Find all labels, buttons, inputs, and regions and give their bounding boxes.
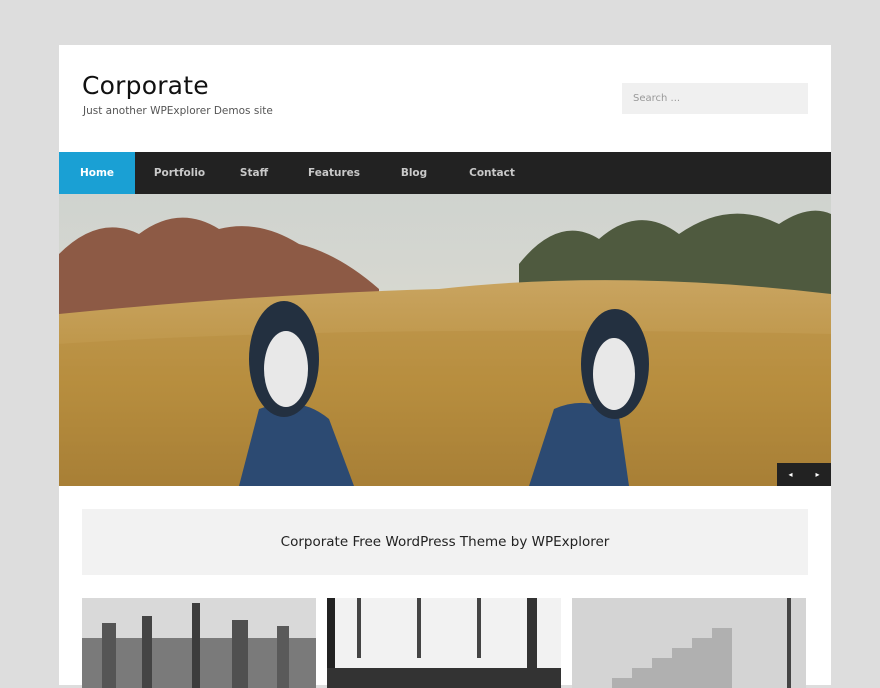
- hero-image: [59, 194, 831, 486]
- hero-slider[interactable]: ◂ ▸: [59, 194, 831, 486]
- slider-next-button[interactable]: ▸: [804, 463, 831, 486]
- search-input[interactable]: [622, 83, 808, 114]
- office-image: [327, 598, 561, 688]
- portfolio-thumb-city[interactable]: [82, 598, 316, 688]
- city-skyline-image: [82, 598, 316, 688]
- main-nav: Home Portfolio Staff Features Blog Conta…: [59, 152, 831, 194]
- nav-item-staff[interactable]: Staff: [224, 152, 284, 194]
- nav-item-contact[interactable]: Contact: [444, 152, 540, 194]
- slider-controls: ◂ ▸: [777, 463, 831, 486]
- nav-item-features[interactable]: Features: [284, 152, 384, 194]
- portfolio-thumb-stairs[interactable]: [572, 598, 806, 688]
- page-container: Corporate Just another WPExplorer Demos …: [59, 45, 831, 688]
- slider-prev-button[interactable]: ◂: [777, 463, 804, 486]
- tagline-banner: Corporate Free WordPress Theme by WPExpl…: [82, 509, 808, 575]
- nav-item-portfolio[interactable]: Portfolio: [135, 152, 224, 194]
- nav-item-blog[interactable]: Blog: [384, 152, 444, 194]
- site-tagline: Just another WPExplorer Demos site: [83, 105, 273, 117]
- portfolio-thumb-office[interactable]: [327, 598, 561, 688]
- stairs-image: [572, 598, 806, 688]
- site-title[interactable]: Corporate: [82, 71, 209, 100]
- nav-item-home[interactable]: Home: [59, 152, 135, 194]
